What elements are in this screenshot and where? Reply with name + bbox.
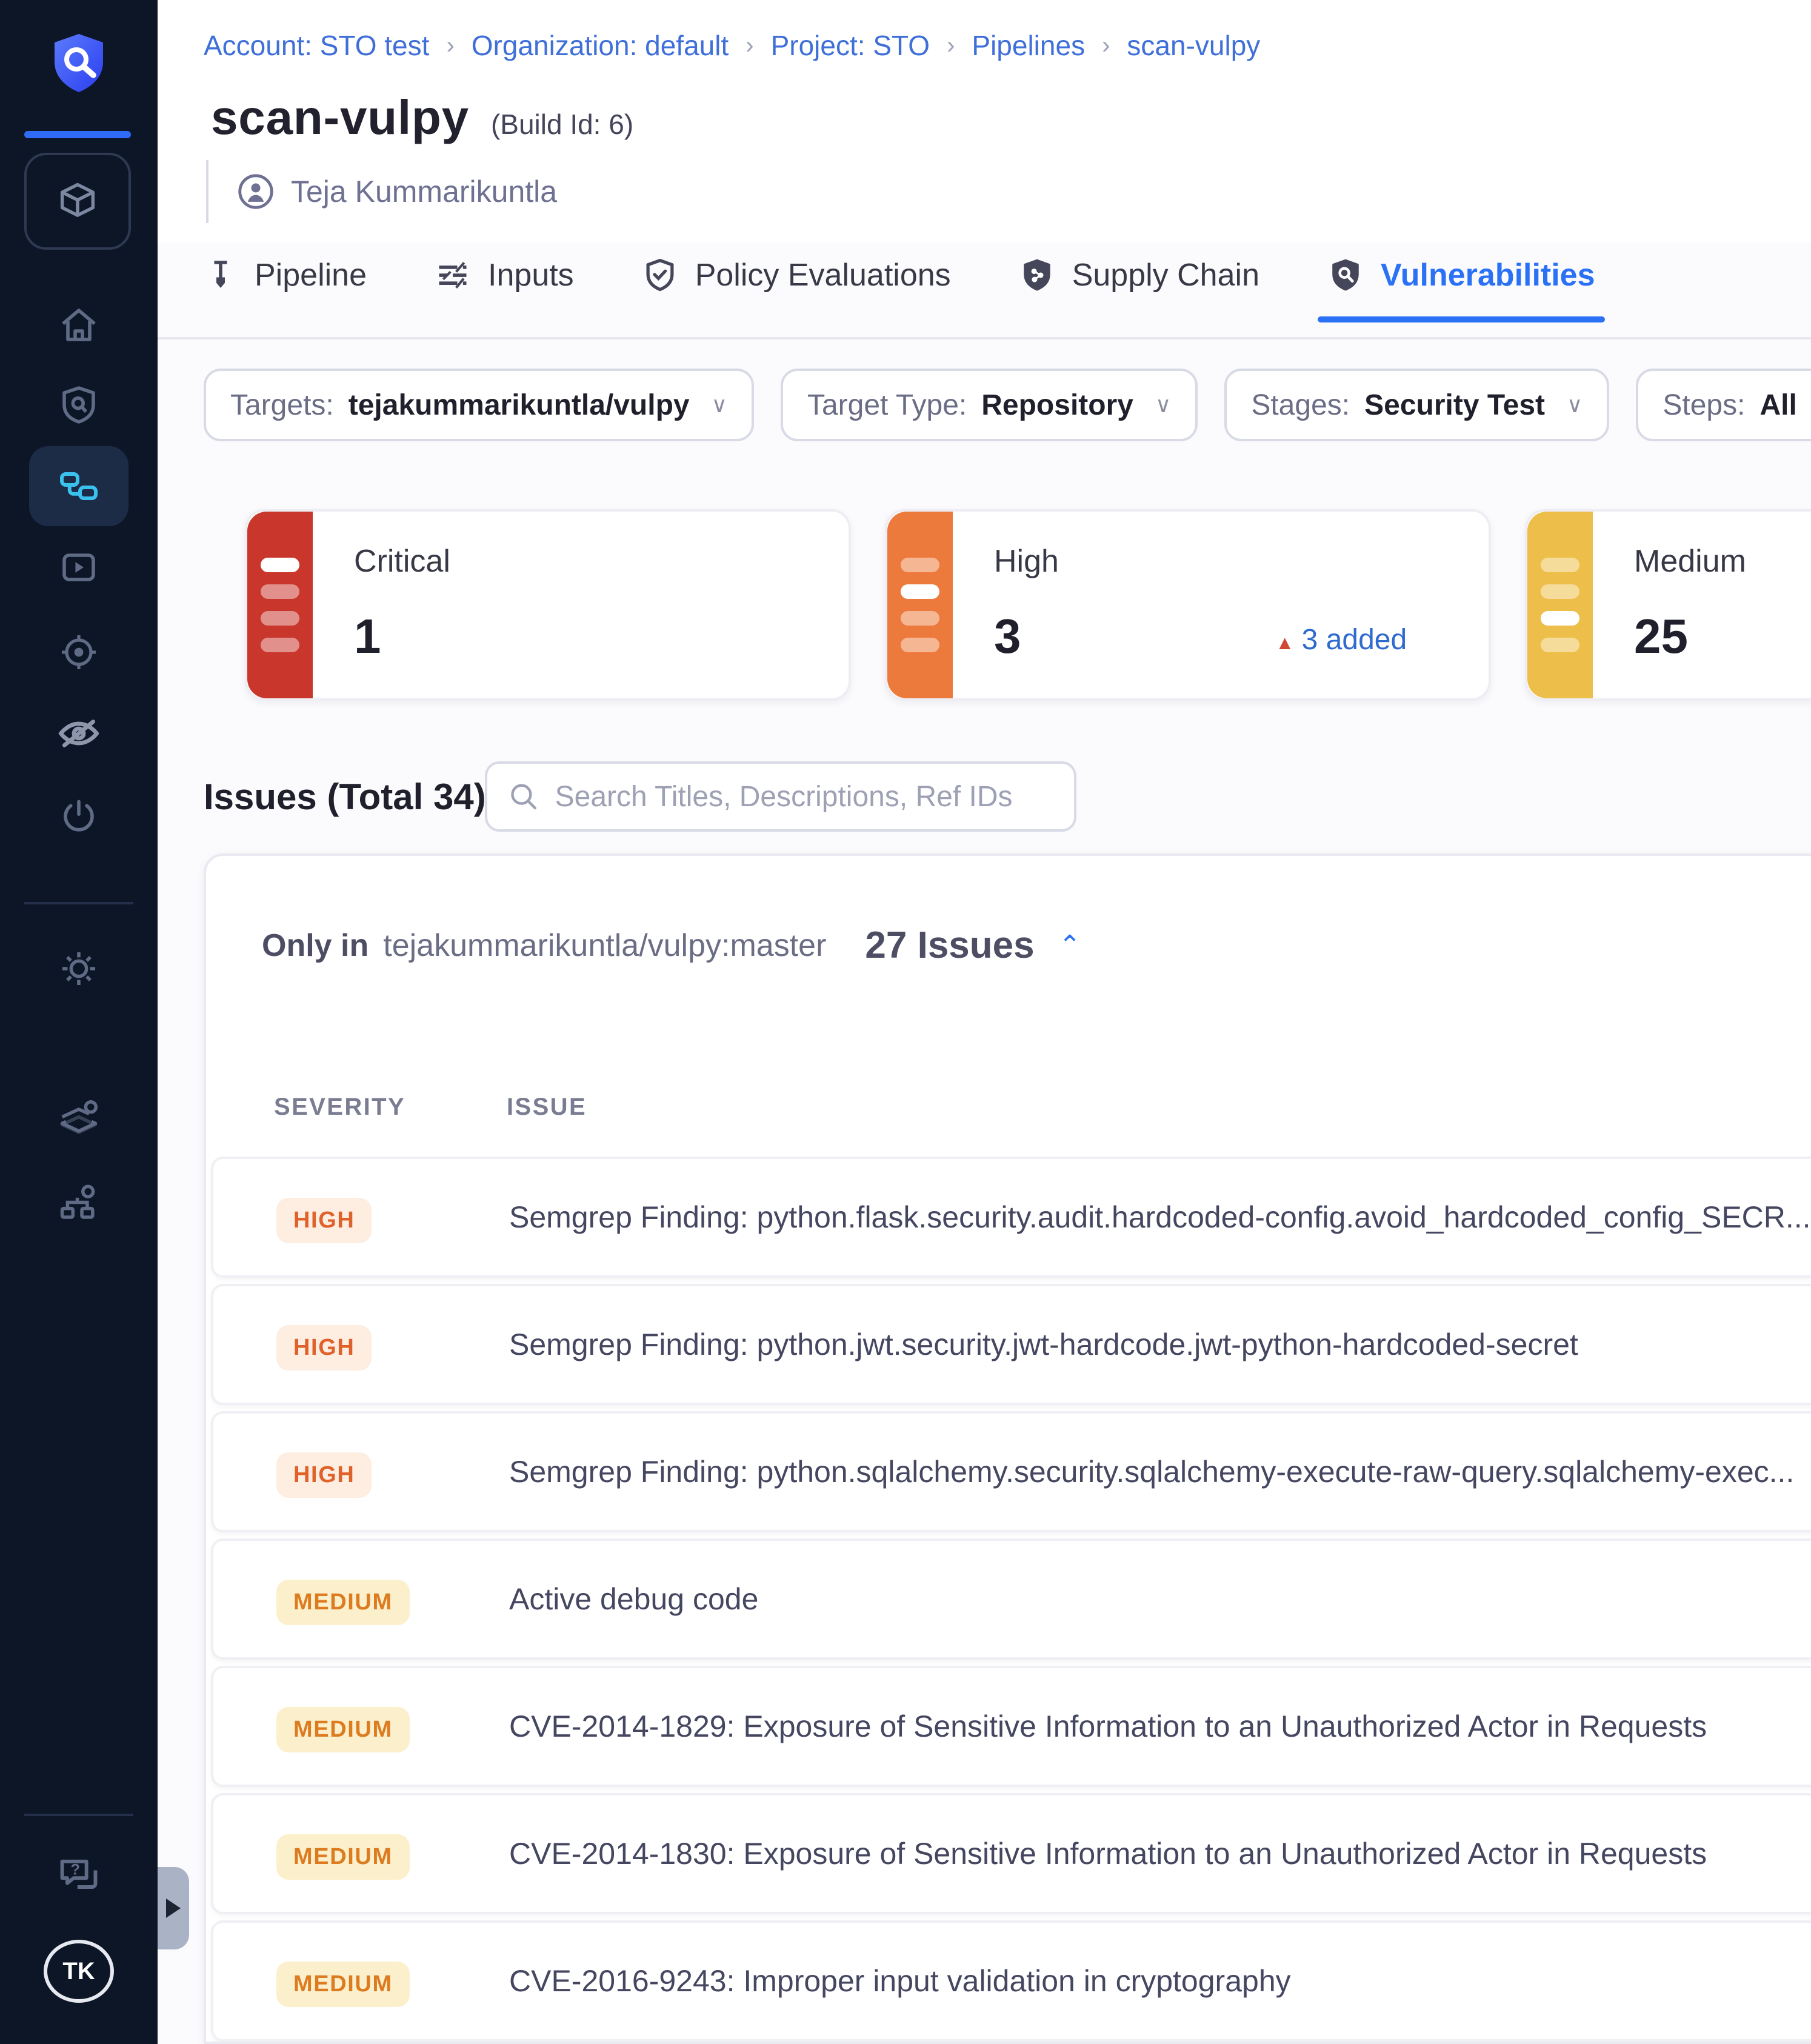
tabs-divider [158,337,1811,339]
filter-bar: Targets: tejakummarikuntla/vulpy ∨ Target … [204,369,1811,441]
stages-filter[interactable]: Stages: Security Test ∨ [1224,369,1610,441]
tab-bar: Pipeline Inputs Policy Evaluations Suppl… [204,257,1606,322]
tab-supply-chain[interactable]: Supply Chain [1019,257,1259,322]
user-avatar[interactable]: TK [44,1940,114,2003]
supply-chain-shield-icon [1023,259,1050,291]
shield-check-icon [646,259,674,292]
breadcrumb-current: scan-vulpy [1127,30,1261,61]
severity-card-high[interactable]: High 3 ▲ 3 added [885,509,1491,701]
severity-badge: HIGH [276,1452,372,1498]
sidebar-expander-arrow[interactable] [158,1867,189,1949]
critical-bar [247,512,313,698]
svg-text:?: ? [70,1861,79,1878]
settings-gear-icon[interactable] [0,946,158,992]
logo-underline [24,131,131,138]
issues-title: Issues (Total 34) [204,777,486,817]
chevron-down-icon: ∨ [711,392,727,417]
severity-badge: HIGH [276,1197,372,1243]
tab-pipeline[interactable]: Pipeline [204,257,367,322]
table-row[interactable]: HIGH Semgrep Finding: python.flask.secur… [211,1157,1811,1278]
infrastructure-network-icon[interactable] [0,1181,158,1227]
severity-badge: MEDIUM [276,1706,410,1752]
table-row[interactable]: MEDIUM CVE-2014-1830: Exposure of Sensit… [211,1793,1811,1914]
search-input[interactable] [555,780,1052,813]
added-trend: ▲ 3 added [1275,624,1407,656]
issues-header: Issues (Total 34) Download CSV View in D… [204,759,1811,837]
pipelines-icon-active[interactable] [29,446,128,526]
severity-cards: Critical 1 High 3 ▲3 added Medium 25 ▲23… [245,509,1811,701]
medium-bar [1527,512,1593,698]
chevron-up-icon[interactable]: ⌃ [1059,930,1081,961]
breadcrumb-project[interactable]: Project: STO [771,29,930,62]
page-title: scan-vulpy [211,90,469,144]
default-settings-layers-icon[interactable] [0,1096,158,1142]
sidebar-divider [24,902,133,904]
severity-badge: MEDIUM [276,1961,410,2007]
issues-table: HIGH Semgrep Finding: python.flask.secur… [206,1157,1811,2042]
sto-shield-logo-icon[interactable] [0,29,158,97]
help-chat-icon[interactable]: ? [0,1852,158,1899]
issues-panel: Only in tejakummarikuntla/vulpy:master 2… [204,853,1811,2044]
table-row[interactable]: HIGH Semgrep Finding: python.sqlalchemy.… [211,1411,1811,1532]
targets-icon[interactable] [0,630,158,674]
author-row: Teja Kummarikuntla [206,160,557,223]
severity-badge: MEDIUM [276,1579,410,1625]
search-icon [511,784,537,810]
vulnerabilities-shield-icon [1332,259,1359,291]
target-type-filter[interactable]: Target Type: Repository ∨ [780,369,1198,441]
group-target: tejakummarikuntla/vulpy:master [383,927,827,963]
chevron-down-icon: ∨ [1155,392,1172,417]
executions-icon[interactable] [0,546,158,589]
tab-vulnerabilities[interactable]: Vulnerabilities [1317,257,1606,322]
breadcrumb-account[interactable]: Account: STO test [204,29,429,62]
tab-inputs[interactable]: Inputs [435,257,574,322]
person-icon [238,174,273,209]
severity-card-critical[interactable]: Critical 1 [245,509,851,701]
module-selector-cube-icon[interactable] [24,153,131,250]
scan-shield-icon[interactable] [0,383,158,427]
breadcrumb-pipelines[interactable]: Pipelines [972,29,1085,62]
severity-badge: HIGH [276,1324,372,1371]
breadcrumb: Account: STO test › Organization: default… [204,29,1261,62]
sidebar-divider-bottom [24,1814,133,1816]
table-row[interactable]: MEDIUM CVE-2014-1829: Exposure of Sensit… [211,1666,1811,1787]
search-box[interactable] [485,761,1076,832]
page-header: Account: STO test › Organization: default… [158,0,1811,242]
severity-card-medium[interactable]: Medium 25 ▲23 added [1525,509,1811,701]
app-root: ? TK Account: STO test › Organization: de… [0,0,1811,2044]
table-header: SEVERITY ISSUE OCCURRENCES TARGET STATUS [274,1094,587,1120]
breadcrumb-org[interactable]: Organization: default [472,29,729,62]
home-icon[interactable] [0,303,158,347]
tab-policy-evaluations[interactable]: Policy Evaluations [642,257,951,322]
eye-off-icon[interactable] [0,710,158,756]
gauge-icon[interactable] [0,795,158,839]
inputs-tab-icon [439,262,467,289]
build-id-label: (Build Id: 6) [490,109,634,140]
table-row[interactable]: MEDIUM Active debug code 4 tejakummariku… [211,1538,1811,1660]
sidebar: ? TK [0,0,158,2044]
author-name: Teja Kummarikuntla [291,175,558,209]
pipeline-tab-icon [214,261,227,288]
chevron-down-icon: ∨ [1567,392,1583,417]
table-row[interactable]: MEDIUM CVE-2016-9243: Improper input val… [211,1920,1811,2042]
targets-filter[interactable]: Targets: tejakummarikuntla/vulpy ∨ [204,369,754,441]
group-header[interactable]: Only in tejakummarikuntla/vulpy:master 2… [262,924,1081,967]
table-row[interactable]: HIGH Semgrep Finding: python.jwt.securit… [211,1284,1811,1405]
group-count: 27 Issues [865,924,1035,966]
severity-badge: MEDIUM [276,1834,410,1880]
triangle-up-icon: ▲ [1275,632,1295,653]
steps-filter[interactable]: Steps:All∨ [1636,369,1811,441]
high-bar [887,512,953,698]
